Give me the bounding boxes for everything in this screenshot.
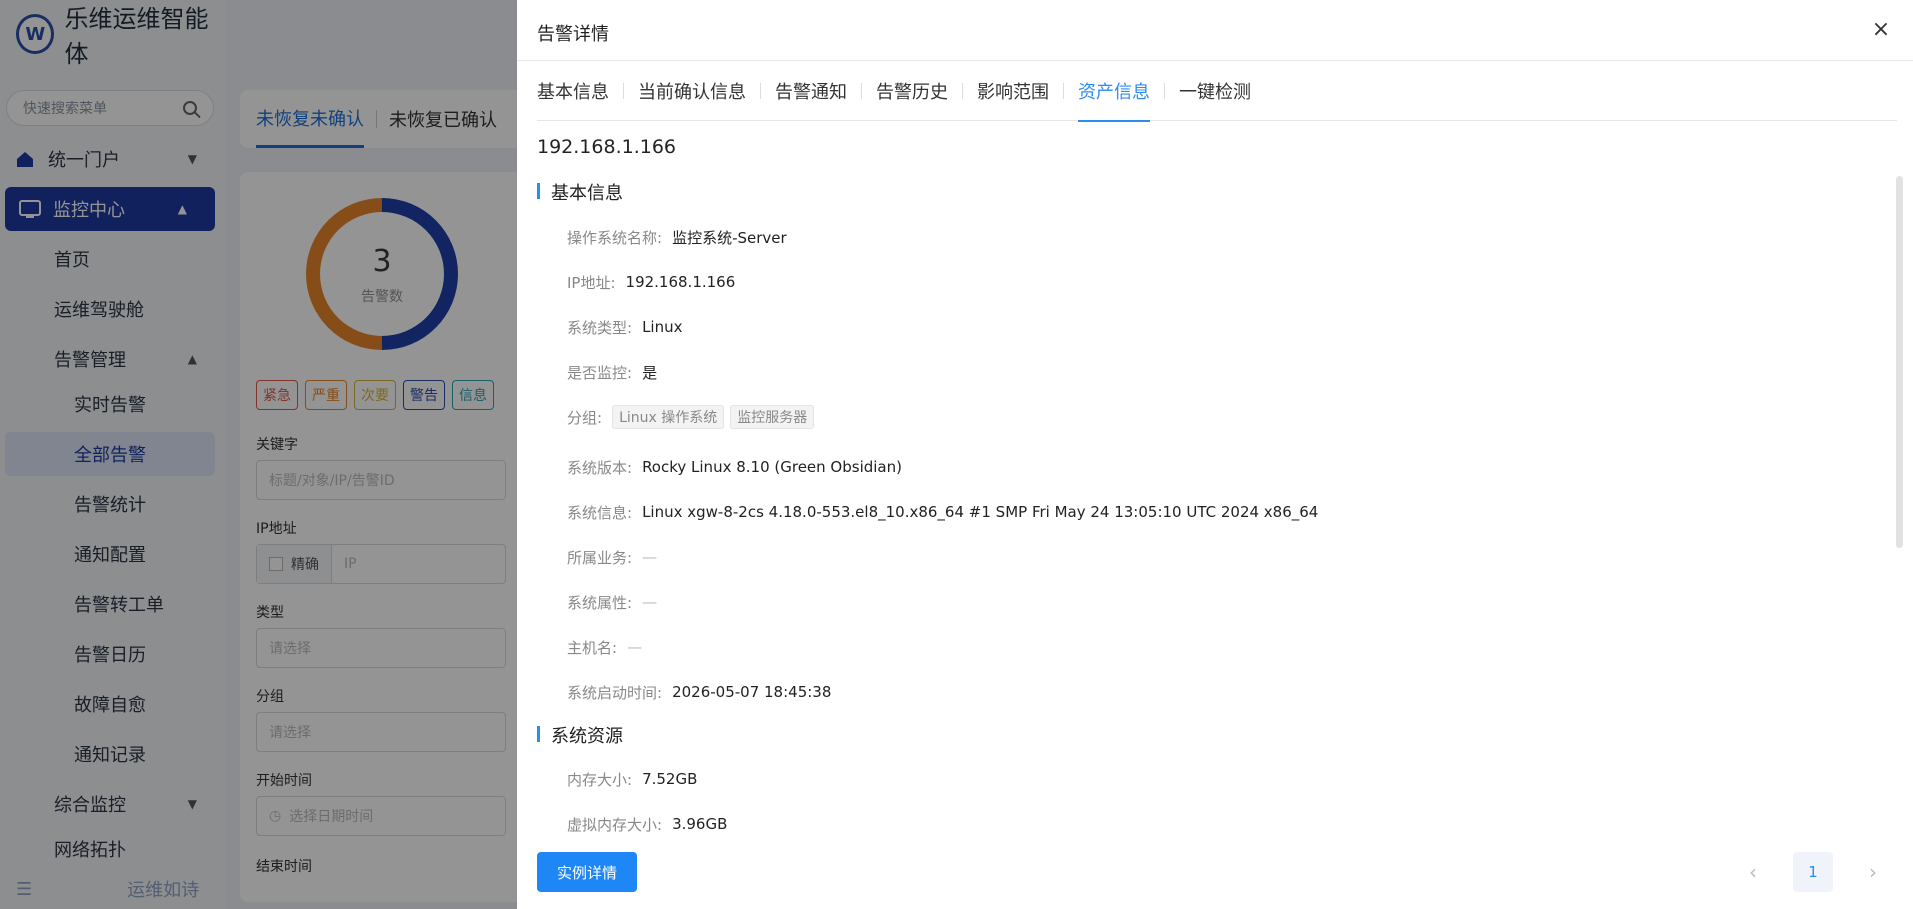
drawer-tabs: 基本信息 当前确认信息 告警通知 告警历史 影响范围 资产信息 一键检测 <box>537 61 1897 122</box>
tab-basic-info[interactable]: 基本信息 <box>537 61 609 121</box>
field-boot-time: 系统启动时间: 2026-05-07 18:45:38 <box>567 681 831 703</box>
field-memory: 内存大小: 7.52GB <box>567 768 697 790</box>
close-icon[interactable]: × <box>1869 18 1893 42</box>
field-value: — <box>627 638 643 656</box>
group-tag: Linux 操作系统 <box>612 405 725 429</box>
field-key: 是否监控: <box>567 363 633 382</box>
tab-divider <box>1063 82 1064 99</box>
section-basic-info: 基本信息 <box>537 179 623 205</box>
field-key: IP地址: <box>567 273 616 292</box>
field-value: 7.52GB <box>642 770 698 788</box>
field-value: 2026-05-07 18:45:38 <box>672 683 832 701</box>
tab-current-confirm[interactable]: 当前确认信息 <box>638 61 746 121</box>
field-monitored: 是否监控: 是 <box>567 361 657 383</box>
field-key: 系统属性: <box>567 593 633 612</box>
pagination: ‹ 1 › <box>1733 852 1893 892</box>
alert-detail-drawer: 告警详情 × 基本信息 当前确认信息 告警通知 告警历史 影响范围 资产信息 一… <box>517 0 1913 909</box>
tab-divider <box>760 82 761 99</box>
field-value: 192.168.1.166 <box>625 273 736 291</box>
field-value: — <box>642 593 658 611</box>
tab-divider <box>623 82 624 99</box>
field-key: 分组: <box>567 408 603 427</box>
field-ip: IP地址: 192.168.1.166 <box>567 271 735 293</box>
field-value: 监控系统-Server <box>672 228 787 247</box>
tab-alert-history[interactable]: 告警历史 <box>876 61 948 121</box>
drawer-header: 告警详情 × <box>517 0 1913 61</box>
field-hostname: 主机名: — <box>567 636 642 658</box>
drawer-title: 告警详情 <box>537 24 609 45</box>
field-key: 操作系统名称: <box>567 228 663 247</box>
field-version: 系统版本: Rocky Linux 8.10 (Green Obsidian) <box>567 456 902 478</box>
field-value: Linux xgw-8-2cs 4.18.0-553.el8_10.x86_64… <box>642 503 1319 521</box>
tab-alert-notify[interactable]: 告警通知 <box>775 61 847 121</box>
field-key: 系统启动时间: <box>567 683 663 702</box>
field-key: 系统类型: <box>567 318 633 337</box>
field-key: 主机名: <box>567 638 618 657</box>
field-group: 分组: Linux 操作系统 监控服务器 <box>567 405 820 429</box>
alert-count-value: 3 <box>372 244 392 279</box>
asset-ip-title: 192.168.1.166 <box>537 136 677 158</box>
field-key: 系统信息: <box>567 503 633 522</box>
tab-impact-scope[interactable]: 影响范围 <box>977 61 1049 121</box>
tab-divider <box>861 82 862 99</box>
field-sys-info: 系统信息: Linux xgw-8-2cs 4.18.0-553.el8_10.… <box>567 501 1318 523</box>
field-key: 虚拟内存大小: <box>567 815 663 834</box>
instance-detail-button[interactable]: 实例详情 <box>537 852 637 892</box>
chevron-right-icon[interactable]: › <box>1853 852 1893 892</box>
chevron-left-icon[interactable]: ‹ <box>1733 852 1773 892</box>
tab-one-click-check[interactable]: 一键检测 <box>1179 61 1251 121</box>
field-virtual-memory: 虚拟内存大小: 3.96GB <box>567 813 727 835</box>
field-business: 所属业务: — <box>567 546 657 568</box>
section-system-resource: 系统资源 <box>537 722 623 748</box>
group-tag: 监控服务器 <box>730 405 815 429</box>
field-os-name: 操作系统名称: 监控系统-Server <box>567 226 787 248</box>
content-scrollbar[interactable] <box>1896 176 1903 548</box>
field-sys-type: 系统类型: Linux <box>567 316 682 338</box>
field-key: 内存大小: <box>567 770 633 789</box>
page-number[interactable]: 1 <box>1793 852 1833 892</box>
field-value: 是 <box>642 363 658 382</box>
field-key: 系统版本: <box>567 458 633 477</box>
field-value: Rocky Linux 8.10 (Green Obsidian) <box>642 458 902 476</box>
field-key: 所属业务: <box>567 548 633 567</box>
field-value: 3.96GB <box>672 815 728 833</box>
field-value: — <box>642 548 658 566</box>
alert-count-label: 告警数 <box>361 289 403 305</box>
tab-divider <box>962 82 963 99</box>
tab-asset-info[interactable]: 资产信息 <box>1078 61 1150 122</box>
field-value: Linux <box>642 318 683 336</box>
tab-divider <box>1164 82 1165 99</box>
field-attribute: 系统属性: — <box>567 591 657 613</box>
